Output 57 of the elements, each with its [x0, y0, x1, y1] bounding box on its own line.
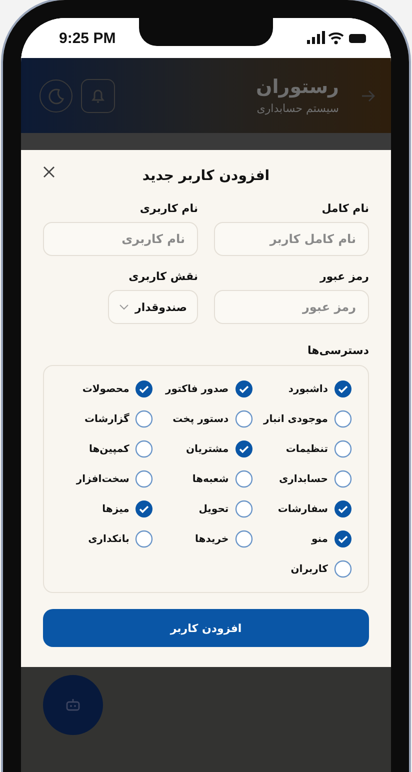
dialog-title: افزودن کاربر جدید: [142, 167, 270, 184]
field-label: نقش کاربری: [128, 270, 198, 283]
permission-label: داشبورد: [288, 384, 328, 394]
permission-label: مشتریان: [186, 444, 229, 454]
app-title: رستوران: [255, 76, 339, 98]
checkbox[interactable]: [135, 440, 154, 458]
checkbox[interactable]: [234, 440, 253, 458]
checkbox[interactable]: [234, 530, 253, 548]
permission-label: سفارشات: [278, 504, 328, 514]
checkbox[interactable]: [135, 500, 154, 518]
permission-label: صدور فاکتور: [166, 384, 229, 394]
permission-label: تنظیمات: [286, 444, 328, 454]
permission-label: سخت‌افزار: [76, 474, 130, 484]
checkbox[interactable]: [135, 380, 154, 398]
role-dropdown[interactable]: صندوقدار: [108, 290, 198, 324]
checkbox[interactable]: [334, 380, 352, 398]
permission-label: میزها: [102, 504, 130, 514]
checkbox[interactable]: [234, 410, 253, 428]
robot-icon: [66, 699, 80, 711]
status-icons: [307, 31, 367, 45]
checkbox[interactable]: [135, 470, 154, 488]
moon-icon[interactable]: [39, 78, 73, 112]
permission-label: خریدها: [195, 534, 229, 544]
permissions-label: دسترسی‌ها: [306, 344, 369, 357]
checkbox[interactable]: [234, 380, 253, 398]
permission-label: شعبه‌ها: [192, 474, 229, 484]
checkbox[interactable]: [234, 500, 253, 518]
permission-label: موجودی انبار: [264, 414, 328, 424]
permission-label: گزارشات: [84, 414, 130, 424]
checkbox[interactable]: [334, 530, 352, 548]
field-label: نام کاربری: [138, 202, 198, 215]
permission-label: منو: [311, 534, 328, 544]
add-user-button[interactable]: افزودن کاربر: [43, 609, 369, 647]
checkbox[interactable]: [334, 410, 352, 428]
checkbox[interactable]: [334, 440, 352, 458]
checkbox[interactable]: [135, 410, 154, 428]
field-label: رمز عبور: [318, 270, 369, 283]
permission-label: کاربران: [290, 564, 328, 574]
checkbox[interactable]: [334, 560, 352, 578]
permission-label: حسابداری: [278, 474, 328, 484]
checkbox[interactable]: [234, 470, 253, 488]
input-field[interactable]: رمز عبور: [214, 290, 369, 324]
field-label: نام کامل: [320, 202, 369, 215]
close-icon[interactable]: [43, 166, 55, 178]
input-field[interactable]: نام کاربری: [43, 222, 198, 256]
permission-label: کمپین‌ها: [88, 444, 130, 454]
input-field[interactable]: نام کامل کاربر: [214, 222, 369, 256]
permission-label: دستور پخت: [172, 414, 229, 424]
permission-label: تحویل: [198, 504, 229, 514]
status-time: 9:25 PM: [59, 30, 116, 46]
permission-label: محصولات: [82, 384, 130, 394]
checkbox[interactable]: [334, 470, 352, 488]
checkbox[interactable]: [334, 500, 352, 518]
chevron-down-icon: [119, 304, 129, 310]
checkbox[interactable]: [135, 530, 154, 548]
permission-label: بانکداری: [88, 534, 130, 544]
app-subtitle: سیستم حسابداری: [256, 102, 339, 115]
